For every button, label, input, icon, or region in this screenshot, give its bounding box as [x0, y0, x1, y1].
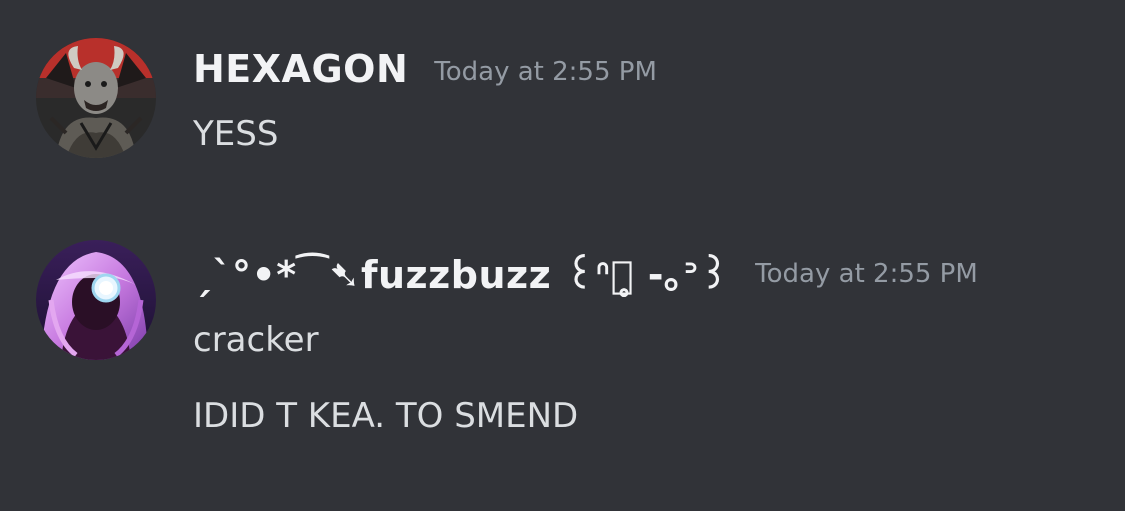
username[interactable]: HEXAGON: [193, 47, 408, 91]
username[interactable]: ˏˋ°•*⁀➷fuzzbuzz ꒰ᐢつ̥̥ -｡ᐣ꒱: [193, 244, 729, 299]
timestamp[interactable]: Today at 2:55 PM: [434, 57, 657, 87]
message-text: IDID T KEA. TO SMEND: [193, 396, 579, 436]
message-text: cracker: [193, 320, 319, 360]
message-header: ˏˋ°•*⁀➷fuzzbuzz ꒰ᐢつ̥̥ -｡ᐣ꒱ Today at 2:55…: [193, 240, 978, 302]
avatar[interactable]: [36, 240, 156, 360]
demon-figure-avatar-icon: [36, 38, 156, 158]
message-header: HEXAGON Today at 2:55 PM: [193, 38, 657, 100]
avatar[interactable]: [36, 38, 156, 158]
message-text: YESS: [193, 114, 279, 154]
pink-haired-robot-avatar-icon: [36, 240, 156, 360]
timestamp[interactable]: Today at 2:55 PM: [755, 259, 978, 289]
